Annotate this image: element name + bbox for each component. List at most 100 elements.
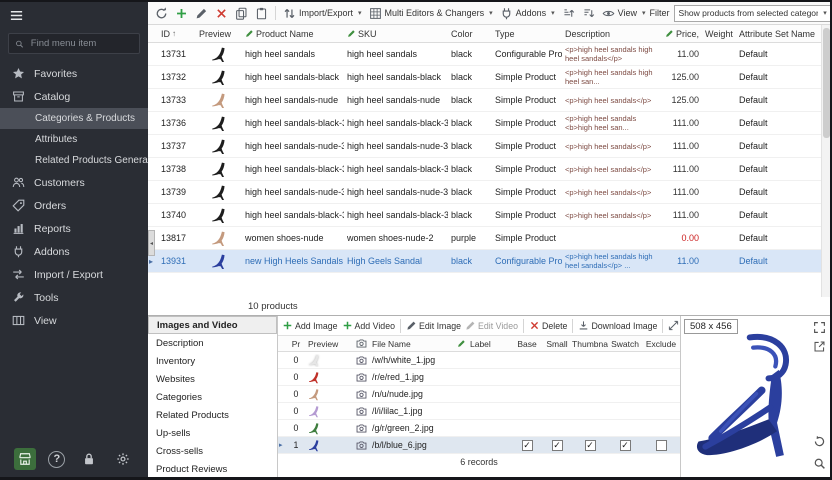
table-row[interactable]: 13736 high heel sandals-black-36 high he… [148, 112, 821, 135]
image-row[interactable]: 0 /n/u/nude.jpg [278, 386, 680, 403]
base-checkbox[interactable] [522, 440, 533, 451]
column-header-file-name[interactable]: File Name [370, 339, 454, 349]
table-row[interactable]: 13740 high heel sandals-black-38 high he… [148, 204, 821, 227]
column-header-small[interactable]: Small [542, 339, 572, 349]
bottom-tab[interactable]: Images and Video [148, 316, 277, 334]
bottom-tab[interactable]: Cross-sells [148, 442, 277, 460]
scrollbar-thumb[interactable] [823, 28, 830, 138]
column-header-color[interactable]: Color [448, 29, 492, 39]
addons-button[interactable]: Addons ▾ [497, 5, 558, 22]
sidebar-item-customers[interactable]: Customers [0, 171, 148, 194]
image-row[interactable]: 0 /l/i/lilac_1.jpg [278, 403, 680, 420]
view-button[interactable]: View ▾ [599, 5, 649, 22]
column-header-priority[interactable]: Pr [286, 339, 306, 349]
category-filter-select[interactable]: Show products from selected categories ▾ [674, 5, 830, 22]
import-export-button[interactable]: Import/Export ▾ [280, 5, 365, 22]
column-header-weight[interactable]: Weight [702, 29, 736, 39]
add-video-button[interactable]: Add Video [340, 318, 397, 333]
column-header-label[interactable]: Label [468, 339, 512, 349]
small-checkbox[interactable] [552, 440, 563, 451]
column-header-type[interactable]: Type [492, 29, 562, 39]
sort-descending-button[interactable] [579, 5, 598, 22]
toolbar-separator [662, 319, 663, 333]
sidebar-item-related-products-generator[interactable]: Related Products Generator [0, 150, 148, 171]
download-image-button[interactable]: Download Image [576, 318, 659, 333]
multi-editors-button[interactable]: Multi Editors & Changers ▾ [366, 5, 496, 22]
zoom-image-button[interactable] [812, 456, 827, 471]
thumbnail-checkbox[interactable] [585, 440, 596, 451]
sidebar-item-addons[interactable]: Addons [0, 240, 148, 263]
shoe-image [211, 115, 228, 132]
column-header-id[interactable]: ID ↑ [158, 29, 196, 39]
cell-attribute-set: Default [736, 49, 821, 59]
rotate-image-button[interactable] [812, 434, 827, 449]
sidebar-item-favorites[interactable]: Favorites [0, 62, 148, 85]
bottom-tab[interactable]: Websites [148, 370, 277, 388]
image-row[interactable]: 0 /w/h/white_1.jpg [278, 352, 680, 369]
image-row[interactable]: 0 /g/r/green_2.jpg [278, 420, 680, 437]
bottom-tab[interactable]: Inventory [148, 352, 277, 370]
edit-image-button[interactable]: Edit Image [404, 318, 463, 333]
fullscreen-button[interactable] [812, 320, 827, 335]
column-header-preview[interactable]: Preview [306, 339, 352, 349]
table-row[interactable]: 13737 high heel sandals-nude-36 high hee… [148, 135, 821, 158]
exclude-checkbox[interactable] [656, 440, 667, 451]
paste-button[interactable] [252, 5, 271, 22]
bottom-tab[interactable]: Related Products [148, 406, 277, 424]
menu-search-input[interactable] [29, 37, 133, 50]
column-header-thumbnail[interactable]: Thumbna [572, 339, 608, 349]
swatch-checkbox[interactable] [620, 440, 631, 451]
sidebar-item-tools[interactable]: Tools [0, 286, 148, 309]
sort-ascending-button[interactable] [559, 5, 578, 22]
add-image-button[interactable]: Add Image [280, 318, 340, 333]
sidebar-item-import-export[interactable]: Import / Export [0, 263, 148, 286]
collapse-panel-handle[interactable]: ◂ [148, 230, 155, 256]
column-header-product-name[interactable]: Product Name [242, 29, 344, 39]
table-row[interactable]: 13732 high heel sandals-black high heel … [148, 66, 821, 89]
column-header-label-edit[interactable] [454, 339, 468, 348]
table-row[interactable]: 13817 women shoes-nude women shoes-nude-… [148, 227, 821, 250]
add-product-button[interactable] [172, 5, 191, 22]
image-row[interactable]: 0 /r/e/red_1.jpg [278, 369, 680, 386]
copy-button[interactable] [232, 5, 251, 22]
open-external-button[interactable] [812, 339, 827, 354]
bottom-tab[interactable]: Description [148, 334, 277, 352]
table-row[interactable]: 13738 high heel sandals-black-37 high he… [148, 158, 821, 181]
table-row[interactable]: 13733 high heel sandals-nude high heel s… [148, 89, 821, 112]
column-header-image-type[interactable] [352, 338, 370, 349]
bottom-tab[interactable]: Categories [148, 388, 277, 406]
edit-video-button[interactable]: Edit Video [463, 318, 520, 333]
lock-button[interactable] [78, 448, 100, 470]
column-header-price[interactable]: Price, [658, 29, 702, 39]
edit-product-button[interactable] [192, 5, 211, 22]
column-header-sku[interactable]: SKU [344, 29, 448, 39]
column-header-exclude[interactable]: Exclude [642, 339, 680, 349]
help-button[interactable]: ? [48, 451, 65, 468]
tab-label: Cross-sells [156, 446, 203, 457]
store-button[interactable] [14, 448, 36, 470]
settings-button[interactable] [112, 448, 134, 470]
delete-product-button[interactable] [212, 5, 231, 22]
sidebar-item-catalog[interactable]: Catalog [0, 85, 148, 108]
bottom-tab[interactable]: Up-sells [148, 424, 277, 442]
bottom-tab[interactable]: Product Reviews [148, 460, 277, 478]
set-resize-rule-button[interactable]: Set Resize Rule ▾ [666, 318, 680, 333]
table-row[interactable]: 13739 high heel sandals-nude-37 high hee… [148, 181, 821, 204]
vertical-scrollbar[interactable] [821, 25, 830, 297]
column-header-swatch[interactable]: Swatch [608, 339, 642, 349]
delete-image-button[interactable]: Delete [527, 318, 569, 333]
sidebar-item-reports[interactable]: Reports [0, 217, 148, 240]
sidebar-item-attributes[interactable]: Attributes [0, 129, 148, 150]
sidebar-item-categories-products[interactable]: Categories & Products [0, 108, 148, 129]
image-row[interactable]: ▸ 1 /b/l/blue_6.jpg [278, 437, 680, 454]
column-header-attribute-set[interactable]: Attribute Set Name [736, 29, 821, 39]
sidebar-item-orders[interactable]: Orders [0, 194, 148, 217]
sidebar-item-view[interactable]: View [0, 309, 148, 332]
refresh-button[interactable] [152, 5, 171, 22]
column-header-base[interactable]: Base [512, 339, 542, 349]
table-row[interactable]: 13731 high heel sandals high heel sandal… [148, 43, 821, 66]
table-row[interactable]: ▸ 13931 new High Heels Sandals High Geel… [148, 250, 821, 273]
hamburger-button[interactable] [0, 2, 148, 29]
column-header-preview[interactable]: Preview [196, 29, 242, 39]
column-header-description[interactable]: Description [562, 29, 658, 39]
